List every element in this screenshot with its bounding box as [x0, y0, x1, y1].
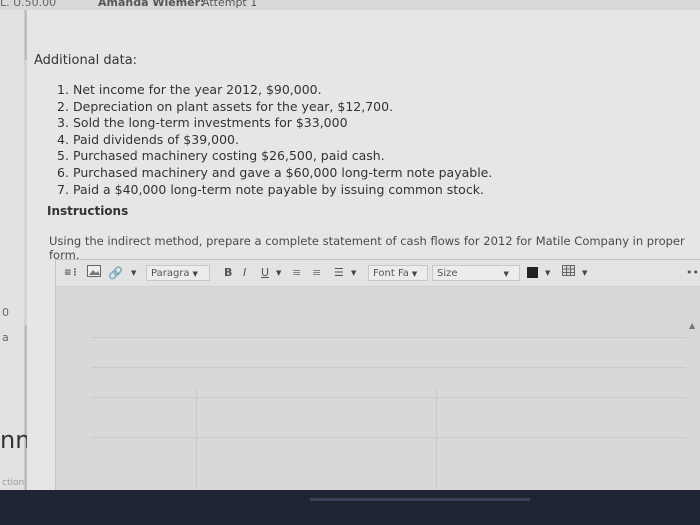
side-mark-one: 0 — [2, 306, 9, 319]
link-icon[interactable]: 🔗 — [108, 265, 123, 281]
rich-text-editor[interactable]: ≡⋮ 🔗 ▼ Paragra ▼ B I U ▼ ≡ ≡ ☰ ▼ Font Fa ▼… — [55, 259, 700, 502]
instructions-text: Using the indirect method, prepare a com… — [49, 234, 685, 262]
editor-rule-line — [91, 367, 686, 368]
list-item: 7. Paid a $40,000 long-term note payable … — [57, 182, 492, 199]
font-family-select[interactable]: Font Fa ▼ — [368, 265, 428, 281]
side-mark-two: a — [2, 331, 9, 344]
header-attempt: Attempt 1 — [202, 0, 258, 9]
list-item-number: 4. — [57, 131, 69, 147]
list-item-text: Purchased machinery costing $26,500, pai… — [73, 148, 385, 164]
header-left-text: L. U.50.00 — [0, 0, 57, 9]
align-dropdown-caret[interactable]: ▼ — [348, 265, 356, 281]
instructions-heading: Instructions — [47, 204, 129, 218]
list-item-text: Net income for the year 2012, $90,000. — [73, 82, 322, 97]
list-item-text: Purchased machinery and gave a $60,000 l… — [73, 164, 493, 180]
additional-data-heading: Additional data: — [34, 53, 138, 68]
list-item-number: 5. — [57, 148, 69, 164]
list-item-text: Sold the long-term investments for $33,0… — [73, 115, 348, 131]
list-item-number: 3. — [57, 115, 69, 131]
code-icon[interactable]: ≡⋮ — [64, 265, 80, 281]
editor-rule-line — [436, 387, 437, 497]
editor-rule-line — [91, 437, 686, 438]
list-item-text: Depreciation on plant assets for the yea… — [73, 98, 394, 114]
chevron-up-icon[interactable]: ▲ — [689, 321, 695, 330]
table-icon[interactable] — [562, 265, 575, 281]
list-item-text: Paid a $40,000 long-term note payable by… — [73, 181, 484, 197]
italic-button[interactable]: I — [243, 265, 246, 281]
editor-rule-line — [91, 337, 686, 338]
text-color-dropdown-caret[interactable]: ▼ — [542, 265, 550, 281]
list-item-number: 7. — [57, 181, 69, 197]
underline-dropdown-caret[interactable]: ▼ — [273, 265, 281, 281]
bold-button[interactable]: B — [224, 265, 232, 281]
more-options-button[interactable]: ••• — [686, 266, 700, 279]
list-item-number: 1. — [57, 82, 69, 97]
list-item: 2. Depreciation on plant assets for the y… — [57, 99, 492, 116]
underline-button[interactable]: U — [261, 265, 269, 281]
question-content: Additional data: 1. Net income for the ye… — [27, 10, 700, 502]
list-item-text: Paid dividends of $39,000. — [73, 131, 239, 147]
bezel-reflection — [310, 498, 530, 501]
monitor-bezel — [0, 490, 700, 525]
list-item: 3. Sold the long-term investments for $33… — [57, 115, 492, 132]
unordered-list-icon[interactable]: ≡ — [312, 265, 321, 281]
editor-text-area[interactable]: ▲ — [56, 287, 700, 501]
list-item-number: 2. — [57, 98, 69, 114]
editor-rule-line — [91, 397, 686, 398]
align-icon[interactable]: ☰ — [334, 265, 344, 281]
list-item: 4. Paid dividends of $39,000. — [57, 132, 492, 149]
additional-data-list: 1. Net income for the year 2012, $90,000.… — [57, 82, 492, 198]
top-header-bar: L. U.50.00 Amanda Wiemer: Attempt 1 — [0, 0, 700, 10]
left-side-panel: 0 a — [0, 10, 25, 490]
font-size-select[interactable]: Size ▼ — [432, 265, 520, 281]
list-item: 1. Net income for the year 2012, $90,000. — [57, 82, 492, 99]
ordered-list-icon[interactable]: ≡ — [292, 265, 301, 281]
editor-toolbar: ≡⋮ 🔗 ▼ Paragra ▼ B I U ▼ ≡ ≡ ☰ ▼ Font Fa ▼… — [56, 260, 700, 287]
list-item: 6. Purchased machinery and gave a $60,000… — [57, 165, 492, 182]
link-dropdown-caret[interactable]: ▼ — [128, 265, 136, 281]
list-item: 5. Purchased machinery costing $26,500, p… — [57, 148, 492, 165]
text-color-swatch[interactable] — [527, 267, 538, 278]
header-user-name: Amanda Wiemer: — [98, 0, 205, 9]
list-item-number: 6. — [57, 164, 69, 180]
paragraph-format-select[interactable]: Paragra ▼ — [146, 265, 210, 281]
image-icon[interactable] — [87, 265, 101, 281]
table-dropdown-caret[interactable]: ▼ — [579, 265, 587, 281]
editor-rule-line — [196, 387, 197, 497]
